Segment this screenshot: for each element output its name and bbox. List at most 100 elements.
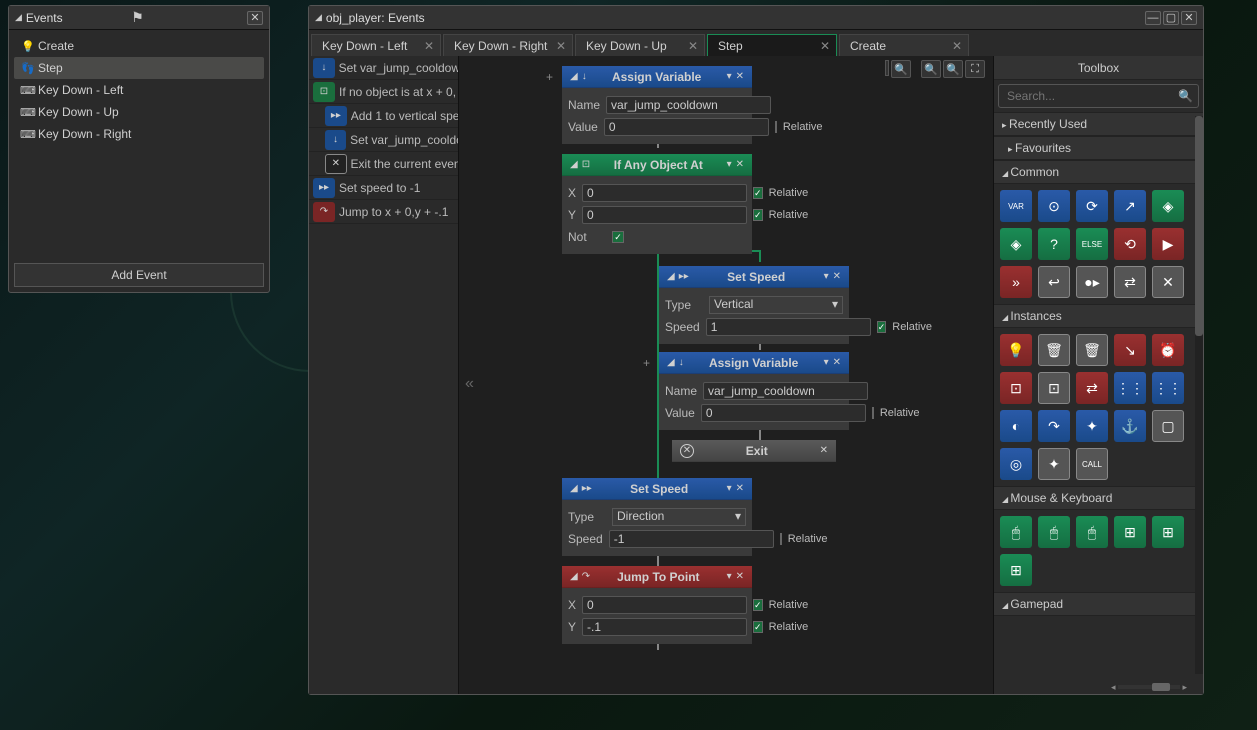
- relative-checkbox[interactable]: ✓: [877, 321, 887, 333]
- toolbox-tool[interactable]: VAR: [1000, 190, 1032, 222]
- y-input[interactable]: [582, 618, 747, 636]
- relative-checkbox[interactable]: ✓: [753, 187, 763, 199]
- relative-checkbox[interactable]: ✓: [753, 209, 763, 221]
- toolbox-tool[interactable]: 💡: [1000, 334, 1032, 366]
- events-titlebar[interactable]: ◢ Events ⚑ ✕: [9, 6, 269, 30]
- relative-checkbox[interactable]: ✓: [753, 599, 763, 611]
- toolbox-tool[interactable]: ◎: [1000, 448, 1032, 480]
- toolbox-tool[interactable]: ⊡: [1038, 372, 1070, 404]
- toolbox-tool[interactable]: ↷: [1038, 410, 1070, 442]
- toolbox-tool[interactable]: »: [1000, 266, 1032, 298]
- value-input[interactable]: [701, 404, 866, 422]
- toolbox-tool[interactable]: ⋮⋮: [1114, 372, 1146, 404]
- node-canvas[interactable]: 🔍 🔍 🔍 ⛶ + ◢↓Assign Variable▾✕ Name: [459, 56, 993, 694]
- toolbox-tool[interactable]: ⊞: [1000, 554, 1032, 586]
- type-select[interactable]: Direction: [612, 508, 746, 526]
- node-if-any-object[interactable]: ◢⊡If Any Object At▾✕ X✓Relative Y✓Relati…: [562, 154, 752, 254]
- section-common[interactable]: Common: [994, 160, 1203, 184]
- toolbox-tool[interactable]: ↗: [1114, 190, 1146, 222]
- action-row[interactable]: ▸▸Add 1 to vertical spe: [309, 104, 458, 128]
- dropdown-icon[interactable]: ▾: [727, 483, 732, 494]
- dropdown-icon[interactable]: ▾: [727, 71, 732, 82]
- toolbox-tool[interactable]: ↘: [1114, 334, 1146, 366]
- toolbox-tool[interactable]: 🖱: [1076, 516, 1108, 548]
- event-item-key-left[interactable]: ⌨Key Down - Left: [14, 79, 264, 101]
- toolbox-tool[interactable]: ▢: [1152, 410, 1184, 442]
- relative-checkbox[interactable]: [775, 121, 777, 133]
- event-item-step[interactable]: 👣Step: [14, 57, 264, 79]
- tab-key-up[interactable]: Key Down - Up✕: [575, 34, 705, 56]
- dropdown-icon[interactable]: ▾: [824, 271, 829, 282]
- close-icon[interactable]: ✕: [736, 483, 744, 494]
- section-recent[interactable]: Recently Used: [994, 112, 1203, 136]
- toolbox-tool[interactable]: ⋮⋮: [1152, 372, 1184, 404]
- toolbox-tool[interactable]: 🗑: [1038, 334, 1070, 366]
- action-row[interactable]: ⊡If no object is at x + 0,: [309, 80, 458, 104]
- close-icon[interactable]: ✕: [833, 271, 841, 282]
- toolbox-tool[interactable]: 🗑: [1076, 334, 1108, 366]
- relative-checkbox[interactable]: [780, 533, 782, 545]
- toolbox-tool[interactable]: ↩: [1038, 266, 1070, 298]
- speed-input[interactable]: [609, 530, 774, 548]
- editor-titlebar[interactable]: ◢ obj_player: Events — ▢ ✕: [309, 6, 1203, 30]
- action-row[interactable]: ▸▸Set speed to -1: [309, 176, 458, 200]
- node-set-speed[interactable]: ◢▸▸Set Speed▾✕ TypeVertical Speed✓Relati…: [659, 266, 849, 344]
- section-instances[interactable]: Instances: [994, 304, 1203, 328]
- toolbox-tool[interactable]: ELSE: [1076, 228, 1108, 260]
- toolbox-tool[interactable]: ⏰: [1152, 334, 1184, 366]
- toolbox-tool[interactable]: ⟳: [1076, 190, 1108, 222]
- toolbox-tool[interactable]: ◐: [1000, 410, 1032, 442]
- search-input[interactable]: [998, 84, 1199, 108]
- close-icon[interactable]: ✕: [736, 571, 744, 582]
- node-set-speed[interactable]: ◢▸▸Set Speed▾✕ TypeDirection SpeedRelati…: [562, 478, 752, 556]
- toolbox-tool[interactable]: ⊞: [1152, 516, 1184, 548]
- relative-checkbox[interactable]: ✓: [753, 621, 763, 633]
- close-icon[interactable]: ✕: [820, 445, 828, 456]
- toolbox-tool[interactable]: ◈: [1152, 190, 1184, 222]
- node-assign-variable[interactable]: + ◢↓Assign Variable▾✕ Name ValueRelative: [562, 66, 752, 144]
- toolbox-tool[interactable]: ✦: [1038, 448, 1070, 480]
- tab-key-left[interactable]: Key Down - Left✕: [311, 34, 441, 56]
- action-row[interactable]: ↓Set var_jump_cooldo: [309, 128, 458, 152]
- section-mouse[interactable]: Mouse & Keyboard: [994, 486, 1203, 510]
- toolbox-tool[interactable]: ⊞: [1114, 516, 1146, 548]
- event-item-key-up[interactable]: ⌨Key Down - Up: [14, 101, 264, 123]
- tab-create[interactable]: Create✕: [839, 34, 969, 56]
- close-icon[interactable]: ✕: [820, 39, 830, 53]
- toolbox-tool[interactable]: 🖱: [1038, 516, 1070, 548]
- maximize-icon[interactable]: ▢: [1163, 11, 1179, 25]
- event-item-create[interactable]: 💡Create: [14, 35, 264, 57]
- event-item-key-right[interactable]: ⌨Key Down - Right: [14, 123, 264, 145]
- action-row[interactable]: ↓Set var_jump_cooldow: [309, 56, 458, 80]
- toolbox-tool[interactable]: ✕: [1152, 266, 1184, 298]
- tab-step[interactable]: Step✕: [707, 34, 837, 56]
- dropdown-icon[interactable]: ▾: [727, 159, 732, 170]
- toolbox-tool[interactable]: ⇄: [1076, 372, 1108, 404]
- minimize-icon[interactable]: —: [1145, 11, 1161, 25]
- section-favourites[interactable]: Favourites: [994, 136, 1203, 160]
- section-gamepad[interactable]: Gamepad: [994, 592, 1203, 616]
- fullscreen-icon[interactable]: ⛶: [965, 60, 985, 78]
- close-icon[interactable]: ✕: [247, 11, 263, 25]
- toolbox-tool[interactable]: ●▸: [1076, 266, 1108, 298]
- add-event-button[interactable]: Add Event: [14, 263, 264, 287]
- plus-icon[interactable]: +: [643, 356, 650, 370]
- toolbox-tool[interactable]: ⚓: [1114, 410, 1146, 442]
- toolbox-tool[interactable]: ⟲: [1114, 228, 1146, 260]
- name-input[interactable]: [703, 382, 868, 400]
- type-select[interactable]: Vertical: [709, 296, 843, 314]
- name-input[interactable]: [606, 96, 771, 114]
- close-icon[interactable]: ✕: [833, 357, 841, 368]
- action-row[interactable]: ✕Exit the current even: [309, 152, 458, 176]
- close-icon[interactable]: ✕: [424, 39, 434, 53]
- close-icon[interactable]: ✕: [1181, 11, 1197, 25]
- toolbox-tool[interactable]: ⊙: [1038, 190, 1070, 222]
- toolbox-tool[interactable]: ◈: [1000, 228, 1032, 260]
- tab-key-right[interactable]: Key Down - Right✕: [443, 34, 573, 56]
- zoom-out-icon[interactable]: 🔍: [921, 60, 941, 78]
- h-scrollbar[interactable]: ◂▸: [1109, 682, 1189, 692]
- zoom-out-icon[interactable]: 🔍: [891, 60, 911, 78]
- relative-checkbox[interactable]: [872, 407, 874, 419]
- speed-input[interactable]: [706, 318, 871, 336]
- flag-icon[interactable]: ⚑: [128, 9, 146, 27]
